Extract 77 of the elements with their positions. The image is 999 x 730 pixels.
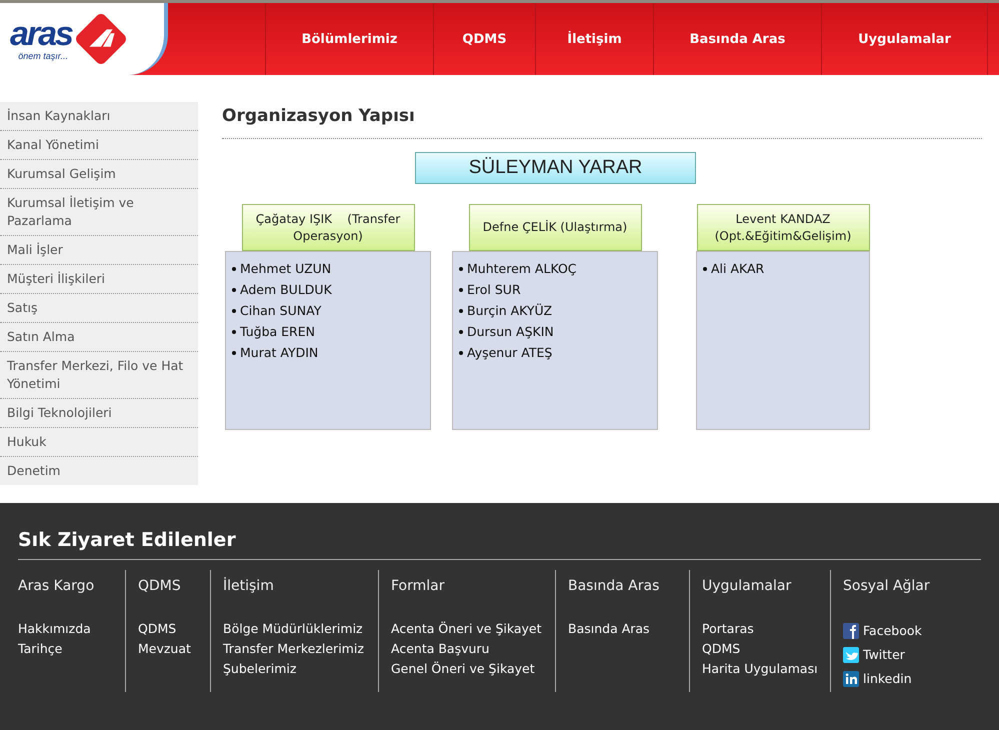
nav-link[interactable]: QDMS xyxy=(433,3,535,75)
footer-link[interactable]: Transfer Merkezlerimiz xyxy=(223,639,366,659)
sidebar-item[interactable]: Satın Alma xyxy=(0,323,198,352)
footer-link[interactable]: Acenta Başvuru xyxy=(391,639,543,659)
sidebar-item[interactable]: Transfer Merkezi, Filo ve Hat Yönetimi xyxy=(0,352,198,399)
footer-link[interactable]: Acenta Öneri ve Şikayet xyxy=(391,619,543,639)
footer-link[interactable]: Basında Aras xyxy=(568,619,677,639)
bullet-icon xyxy=(459,288,463,292)
footer-link[interactable]: Portaras xyxy=(702,619,818,639)
footer-heading: Formlar xyxy=(391,578,446,594)
page-title: Organizasyon Yapısı xyxy=(222,106,982,139)
footer-link[interactable]: Harita Uygulaması xyxy=(702,659,818,679)
unit-lead-box: Defne ÇELİK (Ulaştırma) xyxy=(468,204,642,251)
footer-link[interactable]: QDMS xyxy=(702,639,818,659)
bullet-icon xyxy=(232,330,236,334)
member-name: Muhterem ALKOÇ xyxy=(467,260,577,278)
footer-title: Sık Ziyaret Edilenler xyxy=(18,503,981,560)
member-name: Adem BULDUK xyxy=(240,281,332,299)
sidebar-item[interactable]: Bilgi Teknolojileri xyxy=(0,399,198,428)
footer-link[interactable]: Bölge Müdürlüklerimiz xyxy=(223,619,366,639)
social-icon xyxy=(843,671,859,687)
sidebar-item[interactable]: Mali İşler xyxy=(0,236,198,265)
sidebar-item[interactable]: Kurumsal Gelişim xyxy=(0,160,198,189)
bullet-icon xyxy=(703,266,707,270)
social-icon xyxy=(843,623,859,639)
sidebar-item[interactable]: Satış xyxy=(0,294,198,323)
sidebar-item[interactable]: Müşteri İlişkileri xyxy=(0,265,198,294)
sidebar-item[interactable]: Kurumsal İletişim ve Pazarlama xyxy=(0,189,198,236)
nav-link[interactable]: İletişim xyxy=(535,3,653,75)
social-label: Facebook xyxy=(863,622,922,640)
footer-heading: Aras Kargo xyxy=(18,578,96,594)
member-name: Dursun AŞKIN xyxy=(467,323,554,341)
member-name: Cihan SUNAY xyxy=(240,302,322,320)
bullet-icon xyxy=(232,266,236,270)
bullet-icon xyxy=(459,266,463,270)
footer-link[interactable]: Genel Öneri ve Şikayet xyxy=(391,659,543,679)
member-name: Ali AKAR xyxy=(711,260,764,278)
member-name: Tuğba EREN xyxy=(240,323,315,341)
footer-link[interactable]: Mevzuat xyxy=(138,639,198,659)
footer-heading: Sosyal Ağlar xyxy=(843,578,930,594)
member-name: Mehmet UZUN xyxy=(240,260,332,278)
social-link[interactable]: Twitter xyxy=(843,643,930,667)
social-link[interactable]: linkedin xyxy=(843,667,930,691)
nav-link[interactable]: Bölümlerimiz xyxy=(265,3,433,75)
member-name: Murat AYDIN xyxy=(240,344,318,362)
bullet-icon xyxy=(459,330,463,334)
footer-heading: QDMS xyxy=(138,578,182,594)
sidebar-item[interactable]: Kanal Yönetimi xyxy=(0,131,198,160)
social-icon xyxy=(843,647,859,663)
sidebar-item[interactable]: Denetim xyxy=(0,457,198,485)
bullet-icon xyxy=(459,350,463,354)
bullet-icon xyxy=(459,308,463,312)
logo-tagline: önem taşır... xyxy=(18,51,68,61)
footer-link[interactable]: Tarihçe xyxy=(18,639,113,659)
social-link[interactable]: Facebook xyxy=(843,619,930,643)
bullet-icon xyxy=(232,350,236,354)
footer-link[interactable]: Şubelerimiz xyxy=(223,659,366,679)
unit-lead-box: Çağatay IŞIK (Transfer Operasyon) xyxy=(242,204,414,251)
social-label: linkedin xyxy=(863,670,912,688)
social-label: Twitter xyxy=(863,646,905,664)
footer-heading: Uygulamalar xyxy=(702,578,792,594)
unit-lead-box: Levent KANDAZ (Opt.&Eğitim&Gelişim) xyxy=(696,204,870,251)
sidebar-item[interactable]: Hukuk xyxy=(0,428,198,457)
footer-link[interactable]: Hakkımızda xyxy=(18,619,113,639)
footer-link[interactable]: QDMS xyxy=(138,619,198,639)
sidebar-item[interactable]: İnsan Kaynakları xyxy=(0,102,198,131)
nav-link[interactable]: Uygulamalar xyxy=(821,3,988,75)
member-name: Erol SUR xyxy=(467,281,521,299)
footer-heading: Basında Aras xyxy=(568,578,660,594)
bullet-icon xyxy=(232,288,236,292)
logo-wordmark[interactable]: aras xyxy=(10,17,72,51)
bullet-icon xyxy=(232,308,236,312)
footer-heading: İletişim xyxy=(223,578,275,594)
nav-link[interactable]: Basında Aras xyxy=(653,3,821,75)
member-name: Burçin AKYÜZ xyxy=(467,302,552,320)
org-head-box: SÜLEYMAN YARAR xyxy=(415,152,696,184)
member-name: Ayşenur ATEŞ xyxy=(467,344,552,362)
